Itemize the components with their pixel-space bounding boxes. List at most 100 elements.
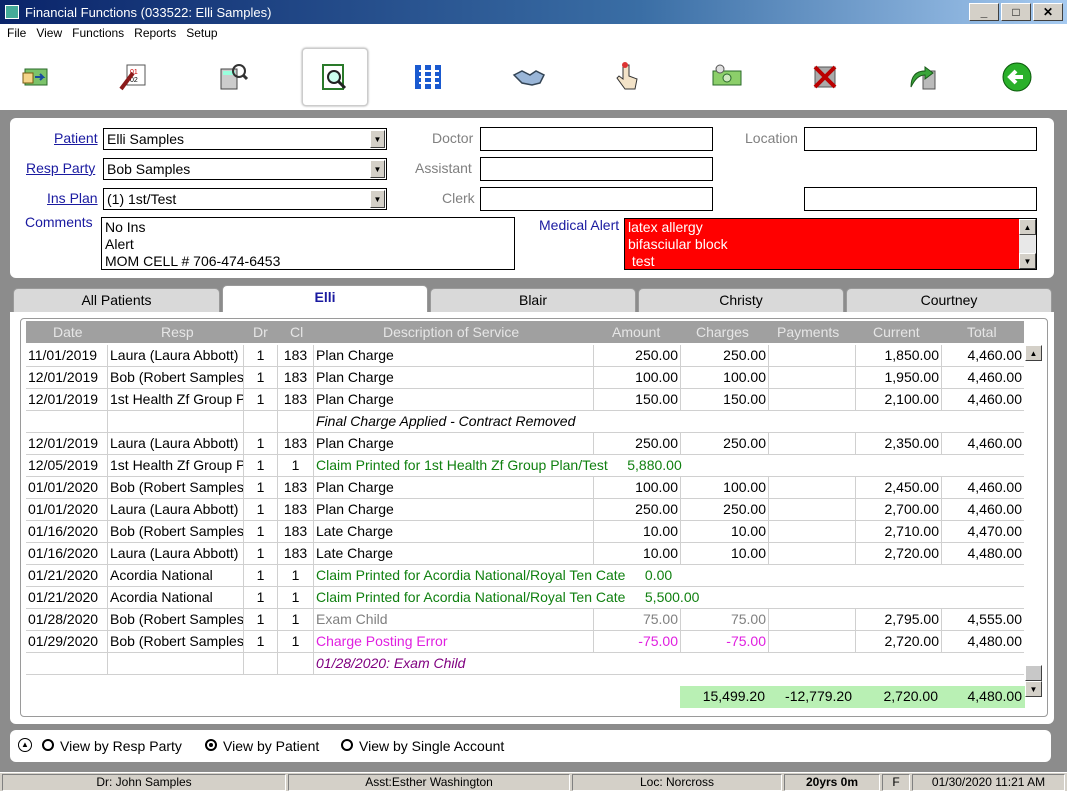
- cell-total: 4,480.00: [967, 545, 1023, 561]
- cell-current: 2,710.00: [856, 521, 942, 543]
- ledger-row[interactable]: 01/28/2020: Exam Child: [26, 653, 1024, 675]
- col-payments[interactable]: Payments: [777, 324, 839, 340]
- ledger-row[interactable]: 01/01/2020 Laura (Laura Abbott) 1 183 Plan C…: [26, 499, 1024, 521]
- cancel-x-button[interactable]: [792, 48, 858, 106]
- cell-charges: 250.00: [681, 433, 769, 455]
- minimize-button[interactable]: _: [969, 3, 999, 21]
- cell-current: 2,100.00: [856, 389, 942, 411]
- radio-single-account[interactable]: [341, 739, 353, 751]
- ledger-row[interactable]: 12/01/2019 Bob (Robert Samples) 1 183 Plan C…: [26, 367, 1024, 389]
- medical-alert-label: Medical Alert: [539, 217, 620, 233]
- scroll-thumb[interactable]: [1025, 665, 1042, 681]
- cell-cl: 1: [278, 455, 314, 477]
- radio-resp-party[interactable]: [42, 739, 54, 751]
- patient-label[interactable]: Patient: [54, 130, 98, 146]
- ledger-row[interactable]: Final Charge Applied - Contract Removed: [26, 411, 1024, 433]
- cell-payments: [769, 631, 856, 653]
- doctor-field[interactable]: [480, 127, 713, 151]
- close-button[interactable]: ✕: [1033, 3, 1063, 21]
- export-arrow-button[interactable]: [890, 48, 956, 106]
- menu-file[interactable]: File: [3, 26, 32, 40]
- tab-courtney[interactable]: Courtney: [846, 288, 1052, 312]
- ins-plan-label[interactable]: Ins Plan: [47, 190, 98, 206]
- location-field[interactable]: [804, 127, 1037, 151]
- assistant-field[interactable]: [480, 157, 713, 181]
- total-total: 4,480.00: [967, 688, 1023, 704]
- col-total[interactable]: Total: [967, 324, 997, 340]
- comments-field[interactable]: No Ins Alert MOM CELL # 706-474-6453: [101, 217, 515, 270]
- scroll-up-icon[interactable]: ▲: [1019, 219, 1036, 235]
- maximize-button[interactable]: □: [1001, 3, 1031, 21]
- menu-view[interactable]: View: [32, 26, 68, 40]
- col-date[interactable]: Date: [53, 324, 83, 340]
- ledger-row[interactable]: 12/01/20191st Health Zf Group Plan1183Pl…: [26, 389, 1024, 411]
- radio-patient[interactable]: [205, 739, 217, 751]
- status-assistant: Asst:Esther Washington: [288, 774, 570, 791]
- col-charges[interactable]: Charges: [696, 324, 749, 340]
- view-resp-party-label[interactable]: View by Resp Party: [60, 738, 182, 754]
- tab-elli[interactable]: Elli: [222, 285, 428, 313]
- resp-party-select[interactable]: Bob Samples ▼: [103, 158, 387, 180]
- ledger-search-icon: [322, 64, 347, 90]
- extra-field[interactable]: [804, 187, 1037, 211]
- view-single-account-label[interactable]: View by Single Account: [359, 738, 504, 754]
- chevron-down-icon[interactable]: ▼: [370, 130, 385, 148]
- cell-payments: [769, 543, 856, 565]
- cash-button[interactable]: [694, 48, 760, 106]
- menu-setup[interactable]: Setup: [182, 26, 223, 40]
- menu-reports[interactable]: Reports: [130, 26, 182, 40]
- cell-amount: 100.00: [594, 367, 681, 389]
- grid-arrows-button[interactable]: [396, 48, 462, 106]
- cell-desc: Exam Child: [314, 609, 594, 631]
- clerk-label: Clerk: [442, 190, 475, 206]
- ledger-scrollbar[interactable]: ▲ ▼: [1025, 345, 1042, 697]
- col-current[interactable]: Current: [873, 324, 920, 340]
- ledger-row[interactable]: 01/28/2020 Bob (Robert Samples) 1 1 Exam Chi…: [26, 609, 1024, 631]
- ledger-row[interactable]: 01/16/2020 Laura (Laura Abbott) 1 183 Late C…: [26, 543, 1024, 565]
- ledger-row[interactable]: 01/21/2020 Acordia National 1 1 Claim Printe…: [26, 565, 1024, 587]
- back-arrow-button[interactable]: [984, 48, 1050, 106]
- ins-plan-select[interactable]: (1) 1st/Test ▼: [103, 188, 387, 210]
- ledger-row[interactable]: 12/01/2019 Laura (Laura Abbott) 1 183 Plan C…: [26, 433, 1024, 455]
- menu-functions[interactable]: Functions: [68, 26, 130, 40]
- ledger-row[interactable]: 01/21/2020 Acordia National 1 1 Claim Printe…: [26, 587, 1024, 609]
- col-cl[interactable]: Cl: [290, 324, 303, 340]
- collapse-up-icon[interactable]: ▲: [18, 738, 32, 752]
- money-transfer-button[interactable]: [4, 48, 70, 106]
- tab-blair[interactable]: Blair: [430, 288, 636, 312]
- col-dr[interactable]: Dr: [253, 324, 268, 340]
- view-patient-label[interactable]: View by Patient: [223, 738, 319, 754]
- col-resp[interactable]: Resp: [161, 324, 194, 340]
- resp-party-label[interactable]: Resp Party: [26, 160, 95, 176]
- ledger-row[interactable]: 11/01/2019 Laura (Laura Abbott) 1 183 Plan C…: [26, 345, 1024, 367]
- cell-total: 4,460.00: [967, 391, 1023, 407]
- scroll-down-icon[interactable]: ▼: [1025, 681, 1042, 697]
- cell-dr: 1: [244, 609, 278, 631]
- ledger-row[interactable]: 01/01/2020 Bob (Robert Samples) 1 183 Plan C…: [26, 477, 1024, 499]
- chevron-down-icon[interactable]: ▼: [370, 160, 385, 178]
- calendar-pen-button[interactable]: 01 02: [100, 48, 166, 106]
- tab-christy[interactable]: Christy: [638, 288, 844, 312]
- col-amount[interactable]: Amount: [612, 324, 660, 340]
- patient-select[interactable]: Elli Samples ▼: [103, 128, 387, 150]
- ledger-search-button[interactable]: [302, 48, 368, 106]
- medical-alert-list[interactable]: latex allergy bifasciular block test ▲ ▼: [624, 218, 1037, 270]
- calculator-search-button[interactable]: [200, 48, 266, 106]
- cell-resp: Bob (Robert Samples): [108, 609, 244, 631]
- ledger-row[interactable]: 01/29/2020 Bob (Robert Samples) 1 1 Charge P…: [26, 631, 1024, 653]
- ledger-rows: 11/01/2019 Laura (Laura Abbott) 1 183 Plan C…: [26, 345, 1024, 675]
- ledger-row[interactable]: 01/16/2020 Bob (Robert Samples) 1 183 Late C…: [26, 521, 1024, 543]
- clerk-field[interactable]: [480, 187, 713, 211]
- cell-cl: [278, 411, 314, 433]
- col-description[interactable]: Description of Service: [383, 324, 519, 340]
- cell-cl: 183: [278, 389, 314, 411]
- cell-total: 4,555.00: [967, 611, 1023, 627]
- scroll-down-icon[interactable]: ▼: [1019, 253, 1036, 269]
- ledger-row[interactable]: 12/05/20191st Health Zf Group Plan11Clai…: [26, 455, 1024, 477]
- handshake-button[interactable]: [496, 48, 562, 106]
- tab-all-patients[interactable]: All Patients: [13, 288, 220, 312]
- chevron-down-icon[interactable]: ▼: [370, 190, 385, 208]
- medical-alert-scrollbar[interactable]: ▲ ▼: [1019, 219, 1036, 269]
- scroll-up-icon[interactable]: ▲: [1025, 345, 1042, 361]
- hand-pointer-button[interactable]: [594, 48, 660, 106]
